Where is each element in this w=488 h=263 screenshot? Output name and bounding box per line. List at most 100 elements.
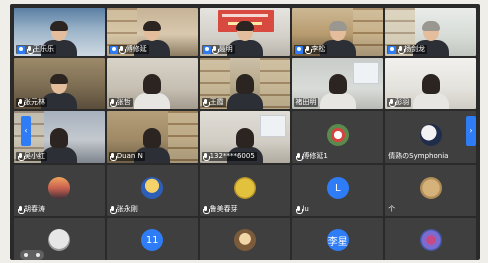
- participant-tile[interactable]: 鲁美春芽: [199, 165, 291, 216]
- participant-tile[interactable]: 褚田明: [292, 58, 384, 109]
- participant-avatar: [326, 123, 349, 146]
- participant-avatar: [48, 229, 71, 252]
- reaction-toolbar[interactable]: [20, 250, 44, 260]
- participant-name-label: lu: [294, 205, 310, 214]
- microphone-icon: [304, 45, 312, 54]
- microphone-icon: [203, 98, 211, 107]
- video-conference-window: 王乐乐 傅修延 聂明 李松 杨剑龙张元林 张哲 王霞 褚田明 彭羽吴小红 Duan N 132***…: [10, 4, 480, 260]
- microphone-icon: [295, 152, 303, 161]
- host-badge-icon: [109, 45, 118, 54]
- participant-tile[interactable]: Llu: [292, 165, 384, 216]
- host-badge-icon: [17, 45, 25, 54]
- participant-avatar: [233, 229, 256, 252]
- microphone-icon: [26, 45, 34, 54]
- participant-name-label: 李松: [294, 45, 328, 54]
- microphone-icon: [17, 98, 25, 107]
- participant-name-label: Duan N: [108, 152, 145, 161]
- participant-name: 个: [388, 205, 396, 213]
- participant-name: 张元林: [24, 98, 45, 106]
- participant-tile[interactable]: 11: [106, 218, 198, 260]
- participant-tile[interactable]: 张永刚: [106, 165, 198, 216]
- participant-tile[interactable]: 傅修延: [106, 8, 198, 56]
- participant-avatar: [419, 123, 442, 146]
- participant-name-label: 彭羽: [387, 98, 412, 107]
- participant-name-label: 倩熟のSymphonia: [387, 152, 450, 161]
- dot-icon: [24, 253, 28, 257]
- host-badge-icon: [295, 45, 304, 54]
- microphone-icon: [17, 205, 25, 214]
- participant-name: 吴小红: [24, 152, 45, 160]
- participant-avatar: [141, 177, 164, 200]
- participant-grid: 王乐乐 傅修延 聂明 李松 杨剑龙张元林 张哲 王霞 褚田明 彭羽吴小红 Duan N 132***…: [14, 8, 476, 260]
- participant-tile[interactable]: 李松: [292, 8, 384, 56]
- participant-tile[interactable]: [199, 218, 291, 260]
- participant-name-label: 吴小红: [16, 152, 47, 161]
- prev-page-button[interactable]: ‹: [21, 116, 31, 146]
- participant-name: lu: [302, 205, 309, 213]
- participant-name: 彭羽: [395, 98, 410, 106]
- microphone-icon: [388, 98, 396, 107]
- participant-tile[interactable]: 彭羽: [385, 58, 476, 109]
- dot-icon: [36, 253, 40, 257]
- participant-tile[interactable]: 傅修延1: [292, 111, 384, 163]
- participant-avatar: 11: [141, 229, 164, 252]
- participant-tile[interactable]: [385, 218, 476, 260]
- participant-tile[interactable]: 张元林: [14, 58, 105, 109]
- participant-name-label: 胡春涛: [16, 205, 47, 214]
- participant-name-label: 傅修延1: [294, 152, 329, 161]
- participant-name: 傅修延1: [302, 152, 328, 160]
- participant-name-label: 鲁美春芽: [202, 205, 240, 214]
- participant-tile[interactable]: 王乐乐: [14, 8, 105, 56]
- participant-name-label: 王乐乐: [16, 45, 56, 54]
- next-page-button[interactable]: ›: [466, 116, 476, 146]
- microphone-icon: [110, 152, 118, 161]
- participant-name: 倩熟のSymphonia: [388, 152, 449, 160]
- participant-name-label: 个: [387, 205, 397, 214]
- microphone-icon: [110, 98, 118, 107]
- participant-name: 褚田明: [295, 98, 317, 106]
- participant-video: [225, 74, 265, 109]
- participant-name-label: 褚田明: [294, 98, 319, 107]
- avatar-initials: L: [334, 182, 341, 194]
- participant-name-label: 张哲: [108, 98, 133, 107]
- participant-tile[interactable]: 杨剑龙: [385, 8, 476, 56]
- participant-tile[interactable]: [14, 218, 105, 260]
- participant-name-label: 张元林: [16, 98, 47, 107]
- participant-name: 杨剑龙: [404, 45, 426, 53]
- participant-name-label: 132****6005: [201, 152, 257, 161]
- participant-video: [318, 74, 358, 109]
- host-badge-icon: [202, 45, 211, 54]
- participant-tile[interactable]: 132****6005: [199, 111, 291, 163]
- microphone-icon: [110, 205, 118, 214]
- microphone-icon: [119, 45, 127, 54]
- participant-name: 张永刚: [116, 205, 138, 213]
- microphone-icon: [203, 152, 211, 161]
- participant-tile[interactable]: 张哲: [106, 58, 198, 109]
- participant-tile[interactable]: 个: [385, 165, 476, 216]
- participant-video: [411, 74, 451, 109]
- participant-tile[interactable]: 李星: [292, 218, 384, 260]
- participant-name: 傅修延: [125, 45, 147, 53]
- host-badge-icon: [388, 45, 397, 54]
- microphone-icon: [295, 205, 303, 214]
- participant-avatar: [233, 177, 256, 200]
- participant-name-label: 聂明: [201, 45, 235, 54]
- microphone-icon: [17, 152, 25, 161]
- participant-tile[interactable]: Duan N: [106, 111, 198, 163]
- participant-name: 鲁美春芽: [209, 205, 238, 213]
- microphone-icon: [212, 45, 220, 54]
- participant-name: 张哲: [116, 98, 131, 106]
- avatar-initials: 11: [145, 234, 159, 246]
- participant-tile[interactable]: 聂明: [199, 8, 291, 56]
- participant-tile[interactable]: 倩熟のSymphonia: [385, 111, 476, 163]
- participant-name: 132****6005: [209, 152, 255, 160]
- avatar-initials: 李星: [327, 236, 348, 248]
- participant-name: 聂明: [218, 45, 233, 53]
- participant-avatar: 李星: [326, 229, 349, 252]
- participant-tile[interactable]: 胡春涛: [14, 165, 105, 216]
- participant-name-label: 杨剑龙: [387, 45, 428, 54]
- participant-tile[interactable]: 王霞: [199, 58, 291, 109]
- participant-name: 王霞: [209, 98, 224, 106]
- participant-video: [132, 74, 172, 109]
- participant-name: 李松: [311, 45, 326, 53]
